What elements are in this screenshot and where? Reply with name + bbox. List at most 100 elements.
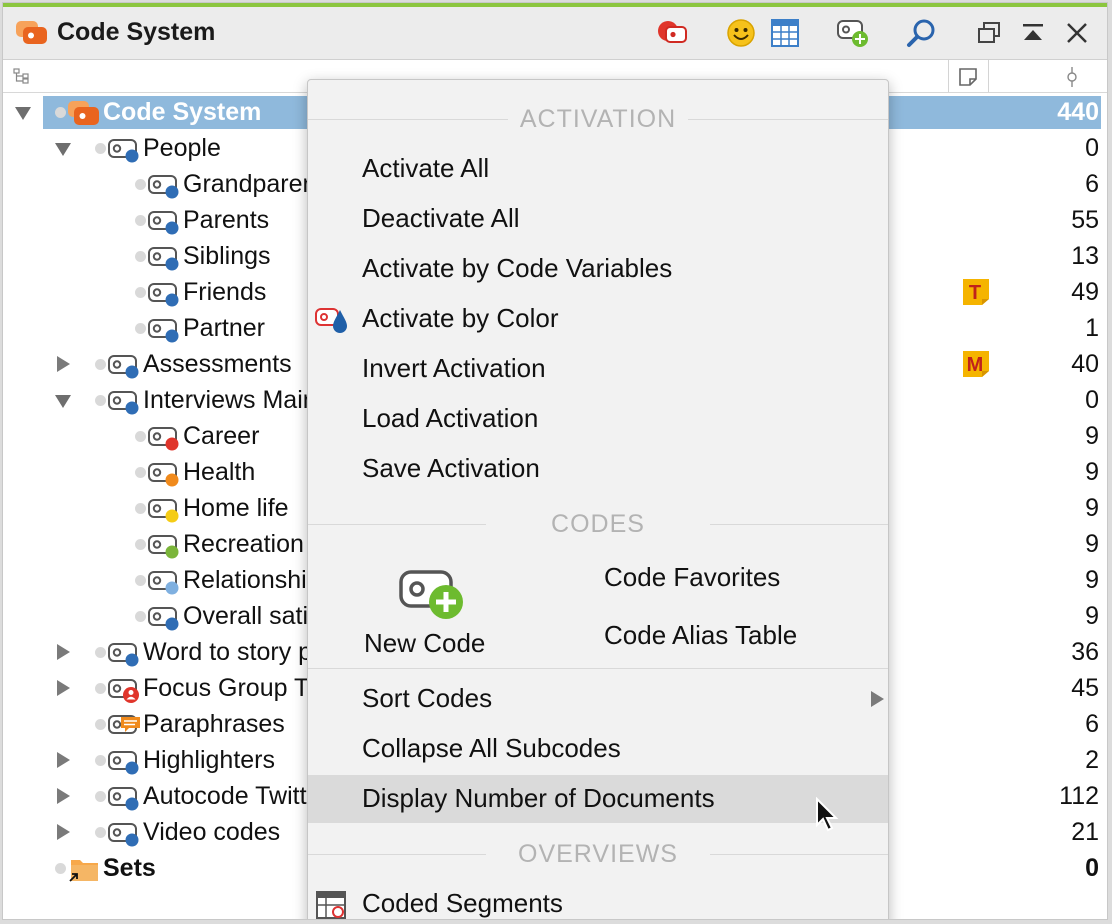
- code-label: Assessments: [143, 350, 292, 378]
- activation-dot-icon[interactable]: [55, 107, 66, 118]
- activation-dot-icon[interactable]: [95, 755, 106, 766]
- code-frequency: 112: [1059, 782, 1099, 810]
- code-label: Recreation: [183, 530, 304, 558]
- activation-dot-icon[interactable]: [95, 827, 106, 838]
- menu-new-code-label: New Code: [364, 628, 486, 658]
- expanded-arrow-icon[interactable]: [55, 395, 71, 408]
- code-system-window: Code System Code System 440 People 0 Gra…: [2, 2, 1108, 920]
- activation-dot-icon[interactable]: [135, 575, 146, 586]
- menu-coded-segments-label: Coded Segments: [362, 888, 563, 918]
- collapsed-arrow-icon[interactable]: [57, 752, 70, 768]
- new-code-icon: [399, 570, 463, 619]
- activation-dot-icon[interactable]: [95, 719, 106, 730]
- menu-activate-all[interactable]: Activate All: [308, 145, 888, 193]
- title-bar: Code System: [3, 7, 1107, 60]
- memo-icon[interactable]: T: [961, 278, 991, 306]
- svg-text:M: M: [967, 354, 984, 376]
- code-frequency: 9: [1085, 458, 1099, 486]
- emoticon-button[interactable]: [723, 16, 759, 50]
- activation-dot-icon[interactable]: [135, 611, 146, 622]
- collapsed-arrow-icon[interactable]: [57, 644, 70, 660]
- menu-save-activation[interactable]: Save Activation: [308, 445, 888, 493]
- activation-dot-icon[interactable]: [135, 215, 146, 226]
- window-title: Code System: [57, 18, 216, 46]
- activation-dot-icon[interactable]: [135, 539, 146, 550]
- activation-dot-icon[interactable]: [135, 179, 146, 190]
- menu-code-favorites[interactable]: Code Favorites: [604, 562, 780, 593]
- collapsed-arrow-icon[interactable]: [57, 824, 70, 840]
- menu-collapse-all-subcodes[interactable]: Collapse All Subcodes: [308, 725, 888, 773]
- search-button[interactable]: [903, 16, 939, 50]
- code-frequency: 1: [1085, 314, 1099, 342]
- activation-dot-icon[interactable]: [95, 683, 106, 694]
- activation-dot-icon[interactable]: [135, 503, 146, 514]
- menu-activate-by-color[interactable]: Activate by Color: [308, 295, 888, 343]
- code-frequency: 36: [1071, 638, 1099, 666]
- code-label: People: [143, 134, 221, 162]
- menu-invert-activation[interactable]: Invert Activation: [308, 345, 888, 393]
- menu-divider: [308, 668, 888, 669]
- code-frequency: 45: [1071, 674, 1099, 702]
- hierarchy-icon[interactable]: [13, 68, 31, 84]
- close-button[interactable]: [1059, 16, 1095, 50]
- frequency-column-icon[interactable]: [1065, 67, 1079, 87]
- section-overviews: OVERVIEWS: [308, 837, 888, 871]
- menu-load-activation[interactable]: Load Activation: [308, 395, 888, 443]
- activate-by-color-button[interactable]: [655, 16, 691, 50]
- menu-activate-by-code-variables[interactable]: Activate by Code Variables: [308, 245, 888, 293]
- section-codes: CODES: [308, 507, 888, 541]
- activation-dot-icon[interactable]: [55, 863, 66, 874]
- collapsed-arrow-icon[interactable]: [57, 788, 70, 804]
- activation-dot-icon[interactable]: [135, 323, 146, 334]
- code-frequency: 6: [1085, 170, 1099, 198]
- menu-sort-codes[interactable]: Sort Codes: [308, 675, 888, 723]
- collapsed-arrow-icon[interactable]: [57, 356, 70, 372]
- code-frequency: 49: [1071, 278, 1099, 306]
- code-label: Career: [183, 422, 260, 450]
- code-label: Sets: [103, 854, 156, 882]
- search-icon: [907, 19, 935, 47]
- activation-dot-icon[interactable]: [135, 251, 146, 262]
- menu-activate-all-label: Activate All: [362, 153, 490, 183]
- code-frequency: 9: [1085, 566, 1099, 594]
- undock-button[interactable]: [971, 16, 1007, 50]
- collapse-window-icon: [1023, 24, 1043, 40]
- undock-icon: [978, 22, 1000, 43]
- memo-column-icon[interactable]: [958, 67, 978, 87]
- code-system-icon: [16, 21, 47, 44]
- new-code-button[interactable]: [835, 16, 871, 50]
- section-activation: ACTIVATION: [308, 102, 888, 136]
- menu-code-alias-table[interactable]: Code Alias Table: [604, 620, 797, 651]
- expanded-arrow-icon[interactable]: [15, 107, 31, 120]
- menu-load-activation-label: Load Activation: [362, 403, 539, 433]
- code-label: Parents: [183, 206, 270, 234]
- close-icon: [1067, 23, 1087, 43]
- code-label: Autocode Twitter: [143, 782, 329, 810]
- menu-deactivate-all[interactable]: Deactivate All: [308, 195, 888, 243]
- expanded-arrow-icon[interactable]: [55, 143, 71, 156]
- activation-dot-icon[interactable]: [95, 143, 106, 154]
- memo-icon[interactable]: M: [961, 350, 991, 378]
- activation-dot-icon[interactable]: [135, 287, 146, 298]
- code-frequency: 55: [1071, 206, 1099, 234]
- activation-dot-icon[interactable]: [95, 791, 106, 802]
- activation-dot-icon[interactable]: [95, 359, 106, 370]
- section-activation-title: ACTIVATION: [519, 105, 677, 133]
- menu-save-activation-label: Save Activation: [362, 453, 540, 483]
- menu-coded-segments[interactable]: Coded Segments: [308, 880, 888, 919]
- menu-deactivate-all-label: Deactivate All: [362, 203, 520, 233]
- collapse-window-button[interactable]: [1015, 16, 1051, 50]
- code-label: Partner: [183, 314, 265, 342]
- mouse-cursor-icon: [816, 797, 839, 832]
- activation-dot-icon[interactable]: [95, 395, 106, 406]
- menu-display-number-of-documents[interactable]: Display Number of Documents: [308, 775, 888, 823]
- code-frequency: 0: [1085, 134, 1099, 162]
- activation-dot-icon[interactable]: [95, 647, 106, 658]
- collapsed-arrow-icon[interactable]: [57, 680, 70, 696]
- submenu-arrow-icon: [871, 691, 884, 707]
- activation-dot-icon[interactable]: [135, 467, 146, 478]
- table-button[interactable]: [767, 16, 803, 50]
- menu-invert-activation-label: Invert Activation: [362, 353, 546, 383]
- menu-new-code[interactable]: New Code: [362, 560, 522, 670]
- activation-dot-icon[interactable]: [135, 431, 146, 442]
